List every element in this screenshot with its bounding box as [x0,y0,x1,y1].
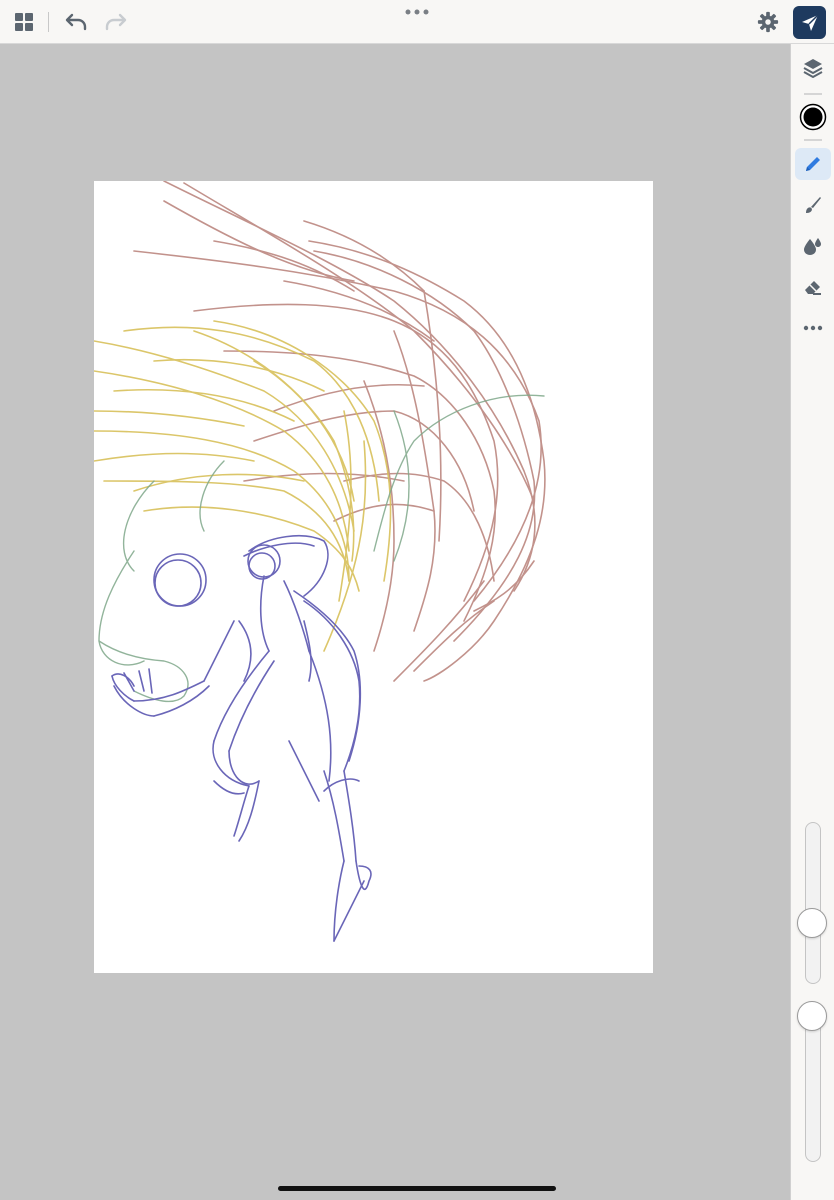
figure-strokes [111,535,372,942]
more-tools-button[interactable] [795,312,831,344]
layers-icon [803,59,823,78]
wing-strokes [133,181,546,682]
more-horizontal-icon[interactable] [402,4,432,20]
hair-strokes [94,320,392,652]
home-indicator [278,1186,556,1191]
gear-icon[interactable] [756,10,780,34]
brush-size-slider-knob[interactable] [797,907,827,938]
brush-size-slider[interactable] [805,822,821,984]
top-toolbar [0,0,834,44]
brush-tool[interactable] [795,189,831,221]
redo-icon[interactable] [102,8,130,36]
color-picker-button[interactable] [795,101,831,133]
gallery-grid-icon[interactable] [12,10,36,34]
sidebar-divider [804,93,822,95]
undo-icon[interactable] [62,8,90,36]
drawing-canvas[interactable] [94,181,653,973]
water-drop-icon [804,238,821,255]
color-swatch [799,103,827,131]
pencil-icon [806,157,820,171]
watercolor-tool[interactable] [795,230,831,262]
eraser-tool[interactable] [795,271,831,303]
layers-button[interactable] [795,52,831,84]
pencil-tool[interactable] [795,148,831,180]
opacity-slider-knob[interactable] [797,1001,827,1031]
toolbar-divider [48,12,49,32]
more-horizontal-icon [803,325,823,331]
eraser-icon [805,281,821,295]
share-button[interactable] [793,6,826,39]
tool-sidebar [790,44,834,1200]
sketch-artwork [94,181,546,942]
send-icon [801,13,819,31]
brush-icon [806,197,821,213]
sidebar-divider [804,139,822,141]
